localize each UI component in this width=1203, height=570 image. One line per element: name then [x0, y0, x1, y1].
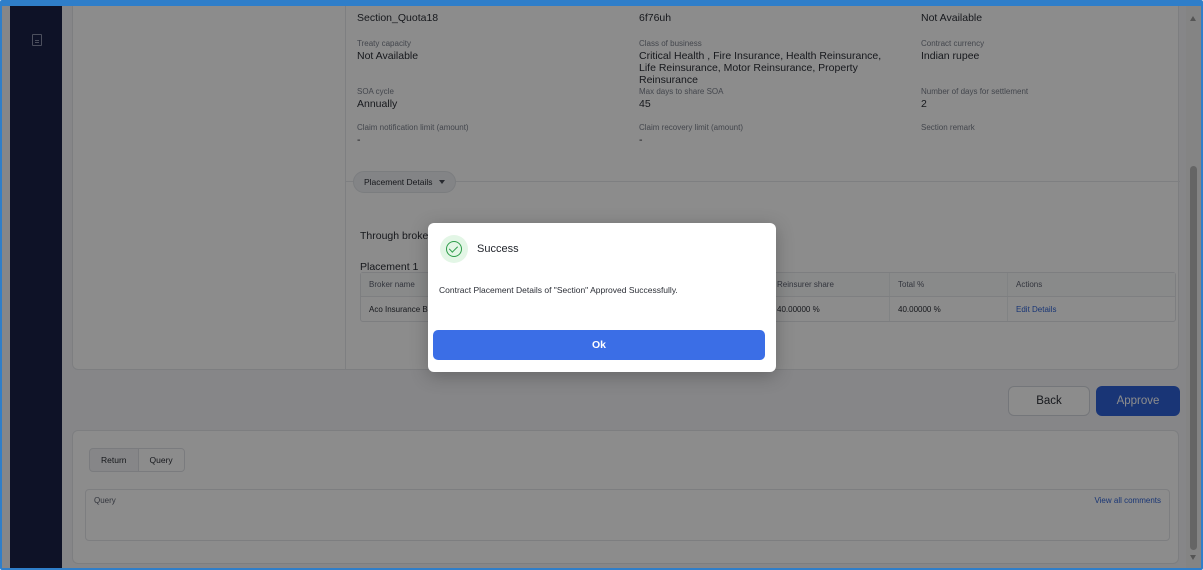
- dialog-title: Success: [477, 243, 519, 255]
- check-circle-icon: [440, 235, 468, 263]
- app-frame: Section_Quota18 6f76uh Not Available Tre…: [0, 0, 1203, 570]
- success-dialog: Success Contract Placement Details of "S…: [428, 223, 776, 372]
- ok-button[interactable]: Ok: [433, 330, 765, 360]
- dialog-message: Contract Placement Details of "Section" …: [439, 285, 678, 295]
